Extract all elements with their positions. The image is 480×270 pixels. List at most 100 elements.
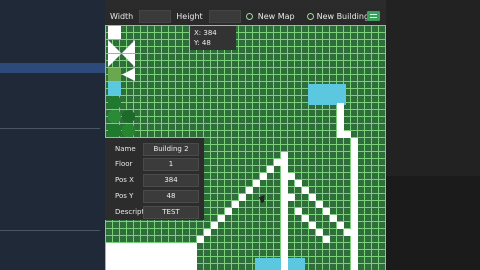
tile-tree[interactable]: [108, 110, 121, 123]
wall-tile[interactable]: [281, 250, 288, 257]
wall-tile[interactable]: [190, 264, 197, 270]
wall-tile[interactable]: [351, 243, 358, 250]
tile-plant[interactable]: [122, 124, 135, 137]
wall-tile[interactable]: [169, 250, 176, 257]
wall-tile[interactable]: [351, 187, 358, 194]
wall-tile[interactable]: [337, 131, 344, 138]
wall-tile[interactable]: [183, 257, 190, 264]
wall-tile[interactable]: [176, 264, 183, 270]
wall-tile[interactable]: [337, 222, 344, 229]
wall-tile[interactable]: [106, 264, 113, 270]
wall-tile[interactable]: [351, 138, 358, 145]
wall-tile[interactable]: [351, 166, 358, 173]
wall-tile[interactable]: [351, 215, 358, 222]
wall-tile[interactable]: [148, 257, 155, 264]
wall-tile[interactable]: [134, 250, 141, 257]
wall-tile[interactable]: [351, 194, 358, 201]
tile-white[interactable]: [108, 26, 121, 39]
wall-tile[interactable]: [288, 194, 295, 201]
tile-hedge[interactable]: [108, 124, 121, 137]
wall-tile[interactable]: [330, 215, 337, 222]
wall-tile[interactable]: [281, 264, 288, 270]
tile-grass[interactable]: [108, 68, 121, 81]
wall-tile[interactable]: [169, 264, 176, 270]
wall-tile[interactable]: [134, 264, 141, 270]
wall-tile[interactable]: [113, 243, 120, 250]
wall-tile[interactable]: [225, 208, 232, 215]
wall-tile[interactable]: [106, 257, 113, 264]
wall-tile[interactable]: [127, 250, 134, 257]
wall-tile[interactable]: [316, 201, 323, 208]
wall-tile[interactable]: [309, 222, 316, 229]
wall-tile[interactable]: [351, 208, 358, 215]
wall-tile[interactable]: [113, 264, 120, 270]
wall-tile[interactable]: [113, 257, 120, 264]
wall-tile[interactable]: [204, 229, 211, 236]
wall-tile[interactable]: [351, 173, 358, 180]
wall-tile[interactable]: [281, 194, 288, 201]
wall-tile[interactable]: [148, 250, 155, 257]
wall-tile[interactable]: [260, 173, 267, 180]
wall-tile[interactable]: [351, 264, 358, 270]
wall-tile[interactable]: [281, 243, 288, 250]
tile-corner-c[interactable]: [108, 54, 121, 67]
wall-tile[interactable]: [351, 180, 358, 187]
wall-tile[interactable]: [281, 180, 288, 187]
wall-tile[interactable]: [281, 215, 288, 222]
wall-tile[interactable]: [281, 229, 288, 236]
wall-tile[interactable]: [190, 250, 197, 257]
wall-tile[interactable]: [113, 250, 120, 257]
wall-tile[interactable]: [176, 257, 183, 264]
wall-tile[interactable]: [155, 243, 162, 250]
wall-tile[interactable]: [302, 215, 309, 222]
wall-tile[interactable]: [281, 201, 288, 208]
wall-tile[interactable]: [162, 243, 169, 250]
tile-corner-d[interactable]: [122, 54, 135, 67]
tile-corner-b[interactable]: [122, 40, 135, 53]
wall-tile[interactable]: [106, 243, 113, 250]
wall-tile[interactable]: [176, 250, 183, 257]
tile-bush[interactable]: [108, 96, 121, 109]
name-field[interactable]: Building 2: [143, 142, 199, 156]
wall-tile[interactable]: [281, 159, 288, 166]
posy-field[interactable]: 48: [143, 189, 199, 203]
new-building-radio-icon[interactable]: [306, 13, 314, 20]
tile-corner-a[interactable]: [108, 40, 121, 53]
wall-tile[interactable]: [351, 201, 358, 208]
wall-tile[interactable]: [337, 110, 344, 117]
wall-tile[interactable]: [267, 166, 274, 173]
wall-tile[interactable]: [302, 187, 309, 194]
wall-tile[interactable]: [120, 250, 127, 257]
wall-tile[interactable]: [183, 264, 190, 270]
wall-tile[interactable]: [155, 264, 162, 270]
wall-tile[interactable]: [232, 201, 239, 208]
wall-tile[interactable]: [344, 229, 351, 236]
wall-tile[interactable]: [295, 180, 302, 187]
wall-tile[interactable]: [155, 250, 162, 257]
tile-shrub[interactable]: [122, 110, 135, 123]
posx-field[interactable]: 384: [143, 173, 199, 187]
wall-tile[interactable]: [281, 257, 288, 264]
wall-tile[interactable]: [246, 187, 253, 194]
wall-tile[interactable]: [351, 250, 358, 257]
wall-tile[interactable]: [176, 243, 183, 250]
wall-tile[interactable]: [141, 243, 148, 250]
wall-tile[interactable]: [120, 243, 127, 250]
tile-arrow[interactable]: [122, 68, 135, 81]
wall-tile[interactable]: [281, 222, 288, 229]
wall-tile[interactable]: [134, 243, 141, 250]
wall-tile[interactable]: [281, 187, 288, 194]
wall-tile[interactable]: [127, 243, 134, 250]
wall-tile[interactable]: [281, 152, 288, 159]
floor-field[interactable]: 1: [143, 157, 199, 171]
wall-tile[interactable]: [351, 229, 358, 236]
wall-tile[interactable]: [351, 236, 358, 243]
wall-tile[interactable]: [309, 194, 316, 201]
wall-tile[interactable]: [120, 257, 127, 264]
wall-tile[interactable]: [337, 103, 344, 110]
wall-tile[interactable]: [134, 257, 141, 264]
tile-water[interactable]: [108, 82, 121, 95]
wall-tile[interactable]: [351, 257, 358, 264]
menu-icon[interactable]: [367, 11, 380, 21]
wall-tile[interactable]: [337, 124, 344, 131]
